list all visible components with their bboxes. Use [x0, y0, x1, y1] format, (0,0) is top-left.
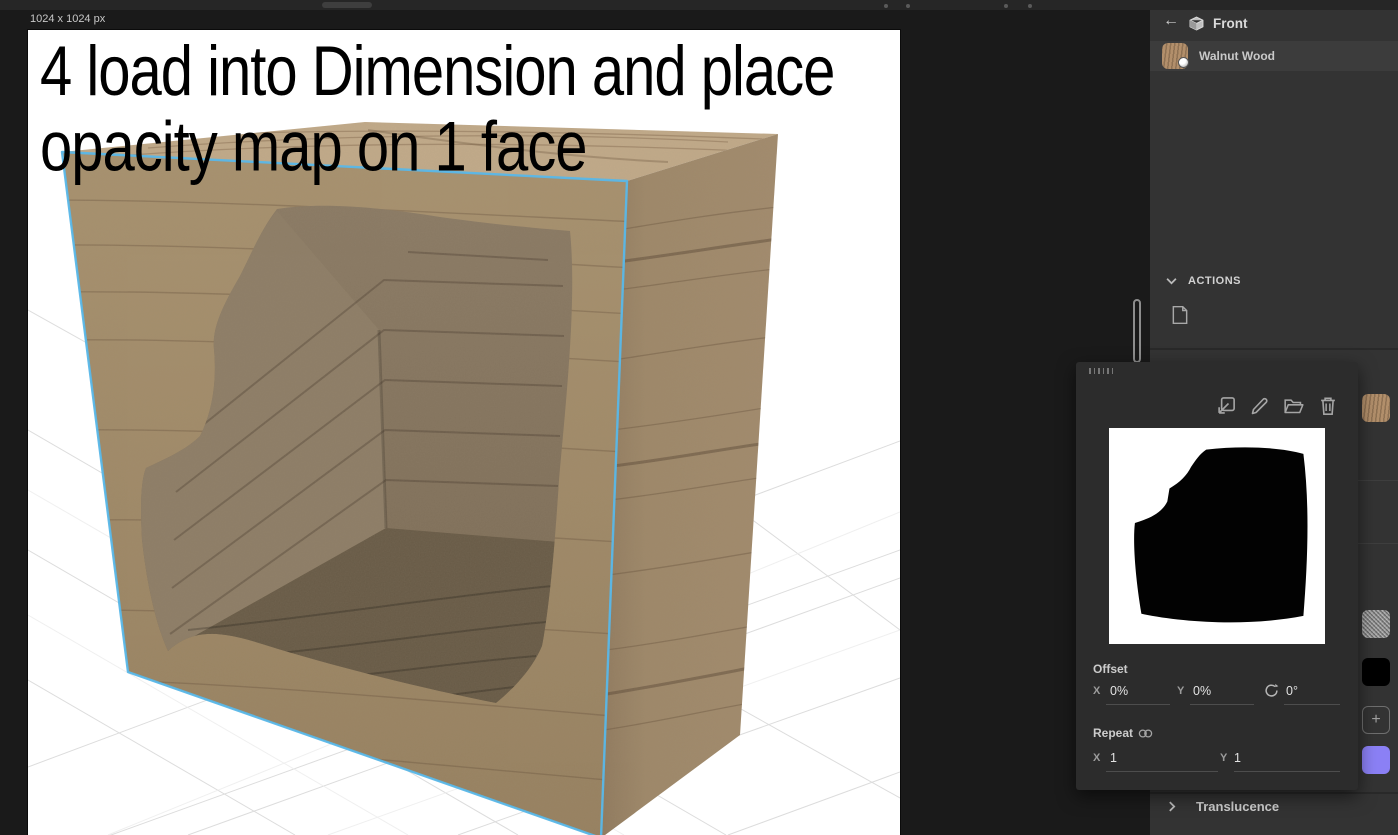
- actions-section-header[interactable]: ACTIONS: [1188, 275, 1241, 287]
- material-sphere-badge-icon: [1178, 57, 1189, 68]
- rotate-icon[interactable]: [1264, 683, 1279, 698]
- chevron-down-icon[interactable]: [1166, 277, 1177, 285]
- top-bar-pill: [322, 2, 372, 8]
- caption-line-1: 4 load into Dimension and place: [40, 31, 835, 111]
- open-folder-icon[interactable]: [1284, 396, 1304, 416]
- offset-y-label: Y: [1177, 685, 1185, 697]
- material-name: Walnut Wood: [1199, 49, 1275, 63]
- repeat-label: Repeat: [1093, 726, 1134, 740]
- row-divider: [1358, 543, 1398, 544]
- file-action-icon[interactable]: [1171, 305, 1189, 325]
- drag-handle[interactable]: [1089, 368, 1113, 374]
- opacity-map-preview[interactable]: [1109, 428, 1325, 644]
- link-icon[interactable]: [1138, 728, 1153, 739]
- top-bar-icon-dot: [1004, 4, 1008, 8]
- panel-divider: [1150, 348, 1398, 350]
- walnut-texture-swatch[interactable]: [1362, 394, 1390, 422]
- repeat-y-underline: [1234, 771, 1340, 772]
- top-bar-icon-dot: [906, 4, 910, 8]
- chevron-right-icon[interactable]: [1168, 801, 1176, 812]
- offset-x-input[interactable]: 0%: [1110, 684, 1128, 698]
- caption-line-2: opacity map on 1 face: [40, 107, 587, 187]
- repeat-x-label: X: [1093, 752, 1101, 764]
- repeat-y-label: Y: [1220, 752, 1228, 764]
- offset-x-underline: [1106, 704, 1170, 705]
- offset-y-input[interactable]: 0%: [1193, 684, 1211, 698]
- canvas-size-label: 1024 x 1024 px: [30, 13, 106, 25]
- top-bar-icon-dot: [1028, 4, 1032, 8]
- add-map-button[interactable]: +: [1362, 706, 1390, 734]
- translucence-section-header[interactable]: Translucence: [1196, 799, 1279, 814]
- offset-label: Offset: [1093, 662, 1128, 676]
- black-swatch[interactable]: [1362, 658, 1390, 686]
- row-divider: [1358, 480, 1398, 481]
- top-bar: [0, 0, 1398, 10]
- rotation-underline: [1284, 704, 1340, 705]
- cube-icon: [1189, 16, 1204, 31]
- opacity-map-blob: [1134, 447, 1308, 623]
- repeat-x-underline: [1106, 771, 1218, 772]
- wood-noise-overlay: [62, 122, 778, 835]
- panel-divider: [1150, 792, 1398, 794]
- back-arrow-icon[interactable]: ←: [1163, 13, 1179, 29]
- panel-title: Front: [1213, 16, 1248, 31]
- top-bar-icon-dot: [884, 4, 888, 8]
- roughness-map-swatch[interactable]: [1362, 610, 1390, 638]
- offset-y-underline: [1190, 704, 1254, 705]
- repeat-y-input[interactable]: 1: [1234, 751, 1241, 765]
- repeat-x-input[interactable]: 1: [1110, 751, 1117, 765]
- scrollbar[interactable]: [1133, 299, 1141, 363]
- edit-pencil-icon[interactable]: [1250, 396, 1270, 416]
- rotation-input[interactable]: 0°: [1286, 684, 1298, 698]
- map-editor-panel: Offset X 0% Y 0% 0° Repeat X 1 Y 1: [1076, 362, 1358, 790]
- offset-x-label: X: [1093, 685, 1101, 697]
- slide-caption: 4 load into Dimension and place opacity …: [40, 31, 835, 187]
- viewport-canvas[interactable]: 4 load into Dimension and place opacity …: [27, 29, 901, 835]
- cube-object[interactable]: [48, 110, 788, 835]
- delete-trash-icon[interactable]: [1318, 396, 1338, 416]
- purple-color-swatch[interactable]: [1362, 746, 1390, 774]
- replace-image-icon[interactable]: [1216, 396, 1236, 416]
- material-row-walnut-wood[interactable]: Walnut Wood: [1150, 41, 1398, 71]
